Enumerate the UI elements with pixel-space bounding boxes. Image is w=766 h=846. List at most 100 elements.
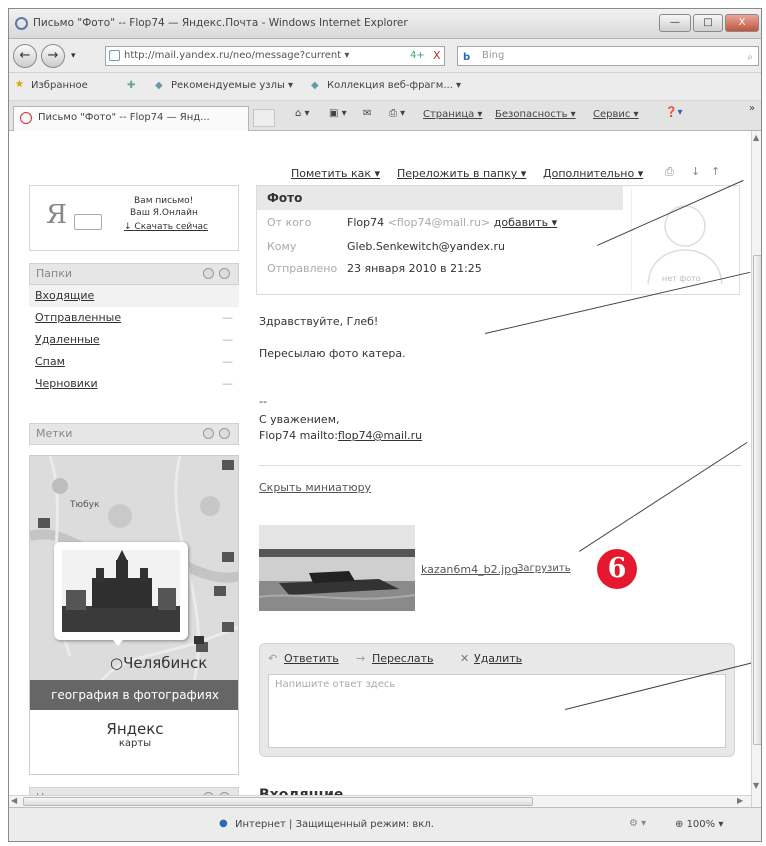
next-message-icon[interactable]: ↓: [691, 165, 700, 178]
more-actions-menu[interactable]: Дополнительно ▾: [543, 167, 643, 180]
from-value: Flop74 <flop74@mail.ru> добавить ▾: [347, 216, 557, 229]
add-favorite-icon[interactable]: ✚: [127, 80, 135, 91]
chevron-more-icon[interactable]: »: [749, 103, 755, 114]
folder-deleted[interactable]: Удаленные —: [29, 329, 239, 351]
folder-drafts-label: Черновики: [35, 377, 98, 390]
geography-photos-banner[interactable]: география в фотографиях: [30, 680, 238, 710]
ya-online-promo: Я Вам письмо! Ваш Я.Онлайн ↓ Скачать сей…: [29, 185, 239, 251]
safety-menu[interactable]: Безопасность ▾: [495, 109, 576, 120]
horizontal-scrollbar[interactable]: ◀ ▶: [9, 795, 751, 807]
tab-label: Письмо "Фото" -- Flop74 — Янд...: [38, 112, 210, 123]
minimize-button[interactable]: —: [659, 14, 691, 32]
scroll-left-icon[interactable]: ◀: [11, 796, 17, 805]
labels-section: Метки: [29, 423, 239, 445]
photo-popup[interactable]: [54, 542, 188, 640]
photo-marker-icon[interactable]: [222, 622, 234, 632]
download-now-link[interactable]: ↓ Скачать сейчас: [124, 222, 208, 232]
close-button[interactable]: X: [725, 14, 759, 32]
suggested-sites-link[interactable]: Рекомендуемые узлы ▾: [171, 80, 293, 91]
collapse-icon[interactable]: [219, 428, 230, 439]
photo-marker-icon[interactable]: [214, 586, 226, 596]
page-menu[interactable]: Страница ▾: [423, 109, 482, 120]
move-to-folder-menu[interactable]: Переложить в папку ▾: [397, 167, 526, 180]
callout-line: [579, 442, 748, 552]
folder-inbox[interactable]: Входящие: [29, 285, 239, 307]
help-icon[interactable]: ❓▾: [665, 107, 682, 118]
hscrollbar-thumb[interactable]: [23, 797, 533, 806]
search-icon[interactable]: ⌕: [747, 49, 753, 67]
forward-arrow-icon[interactable]: →: [41, 44, 65, 68]
prev-message-icon[interactable]: ↑: [711, 165, 720, 178]
vertical-scrollbar[interactable]: ▲ ▼: [751, 131, 761, 807]
protected-mode-icon[interactable]: ⚙ ▾: [629, 818, 646, 829]
message-subject: Фото: [267, 191, 303, 205]
photo-marker-icon[interactable]: [222, 460, 234, 470]
back-arrow-icon[interactable]: ←: [13, 44, 37, 68]
photo-marker-icon[interactable]: [194, 636, 204, 644]
folder-spam-label: Спам: [35, 355, 65, 368]
yandex-maps-logo[interactable]: Яндекс карты: [30, 710, 238, 774]
folder-deleted-label: Удаленные: [35, 333, 100, 346]
settings-icon[interactable]: [203, 428, 214, 439]
step-number-badge: 6: [597, 549, 637, 589]
delete-button[interactable]: Удалить: [474, 652, 522, 665]
web-slice-icon: ◆: [311, 80, 319, 91]
photo-marker-icon[interactable]: [222, 552, 234, 562]
tools-menu[interactable]: Сервис ▾: [593, 109, 639, 120]
yandex-maps-logo-bottom: карты: [118, 738, 152, 749]
delete-x-icon: ✕: [460, 652, 470, 665]
from-name: Flop74: [347, 216, 385, 229]
search-placeholder: Bing: [482, 50, 505, 61]
folder-sent[interactable]: Отправленные —: [29, 307, 239, 329]
feeds-icon[interactable]: ▣ ▾: [329, 108, 347, 119]
print-icon[interactable]: ⎙ ▾: [389, 108, 405, 119]
history-dropdown-icon[interactable]: ▾: [71, 51, 76, 61]
refresh-icon[interactable]: 4+: [410, 50, 425, 61]
forward-button[interactable]: Переслать: [372, 652, 434, 665]
popup-pointer: [110, 636, 126, 646]
add-contact-link[interactable]: добавить ▾: [494, 216, 557, 229]
mark-as-menu[interactable]: Пометить как ▾: [291, 167, 380, 180]
stop-icon[interactable]: X: [433, 49, 441, 62]
scroll-right-icon[interactable]: ▶: [737, 796, 743, 805]
hide-thumbnail-link[interactable]: Скрыть миниатюру: [259, 481, 371, 494]
reply-button[interactable]: Ответить: [284, 652, 339, 665]
folder-spam[interactable]: Спам —: [29, 351, 239, 373]
sender-avatar: нет фото: [631, 188, 737, 292]
folder-count: —: [222, 333, 233, 346]
bing-logo-icon: b: [463, 52, 471, 63]
subject-bar: Фото: [257, 186, 623, 210]
search-input[interactable]: b Bing ⌕: [457, 46, 759, 66]
page-icon: [109, 50, 120, 61]
settings-icon[interactable]: [203, 268, 214, 279]
title-bar: Письмо "Фото" -- Flop74 — Яндекс.Почта -…: [9, 9, 761, 39]
folder-inbox-label: Входящие: [35, 289, 95, 302]
divider: [259, 465, 741, 466]
mail-icon[interactable]: ✉: [363, 108, 371, 119]
scrollbar-thumb[interactable]: [753, 255, 761, 745]
star-icon: ★: [15, 79, 24, 90]
security-zone: Интернет | Защищенный режим: вкл.: [235, 819, 434, 830]
folder-drafts[interactable]: Черновики —: [29, 373, 239, 395]
print-message-icon[interactable]: ⎙: [665, 165, 674, 179]
tab-current[interactable]: Письмо "Фото" -- Flop74 — Янд...: [13, 106, 249, 131]
maximize-button[interactable]: □: [693, 14, 723, 32]
folders-section: Папки Входящие Отправленные — Удаленные — …: [29, 263, 239, 395]
photo-marker-icon[interactable]: [38, 518, 50, 528]
suggested-sites-icon: ◆: [155, 80, 163, 91]
favorites-button[interactable]: Избранное: [31, 80, 88, 91]
address-bar[interactable]: http://mail.yandex.ru/neo/message?curren…: [105, 46, 445, 66]
attachment-filename-link[interactable]: kazan6m4_b2.jpg: [421, 563, 518, 576]
church-photo: [62, 550, 180, 632]
maps-widget[interactable]: Тюбук ○Челябинск география в фотографиях: [29, 455, 239, 775]
web-slice-link[interactable]: Коллекция веб-фрагм... ▾: [327, 80, 461, 91]
collapse-icon[interactable]: [219, 268, 230, 279]
attachment-thumbnail[interactable]: [259, 525, 415, 611]
new-tab-button[interactable]: [253, 109, 275, 127]
scroll-up-icon[interactable]: ▲: [753, 133, 759, 142]
zoom-level[interactable]: ⊕ 100% ▾: [675, 819, 723, 830]
download-attachment-link[interactable]: Загрузить: [517, 563, 571, 574]
signature-email-link[interactable]: flop74@mail.ru: [338, 429, 422, 442]
scroll-down-icon[interactable]: ▼: [753, 781, 759, 790]
home-icon[interactable]: ⌂ ▾: [295, 108, 310, 119]
